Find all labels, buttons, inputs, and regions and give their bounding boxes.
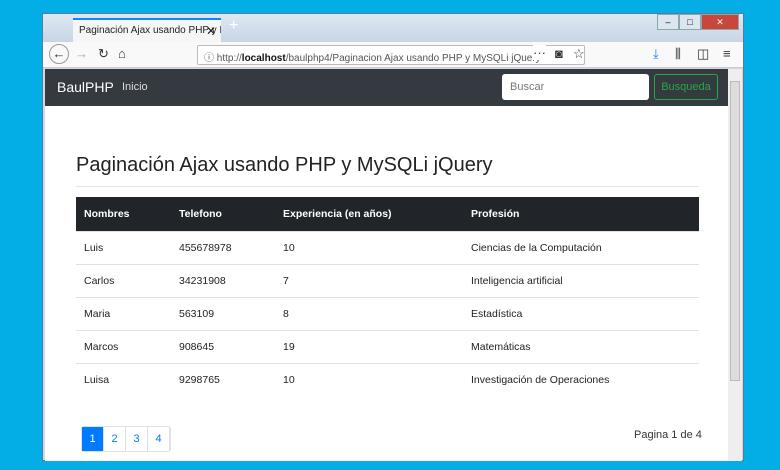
menu-icon[interactable]: ≡	[723, 46, 731, 61]
table-cell: Matemáticas	[463, 329, 699, 363]
table-cell: Carlos	[76, 263, 171, 297]
close-window-icon[interactable]: ✕	[701, 14, 739, 30]
table-cell: 563109	[171, 296, 275, 330]
scrollbar[interactable]	[728, 69, 742, 461]
page-content: BaulPHP Inicio Buscar Busqueda Paginació…	[45, 69, 729, 461]
table-cell: 8	[275, 296, 463, 330]
scrollbar-thumb[interactable]	[730, 81, 740, 381]
table-cell: 908645	[171, 329, 275, 363]
table-cell: Maria	[76, 296, 171, 330]
reload-icon[interactable]: ↻	[98, 46, 109, 62]
pagination: 1234	[81, 426, 171, 452]
more-icon[interactable]: ···	[533, 45, 546, 60]
pocket-icon[interactable]: ◙	[555, 46, 563, 61]
table-cell: Luisa	[76, 362, 171, 396]
title-bar: Paginación Ajax usando PHP y MySQLi✕ + –…	[43, 14, 743, 42]
table-row: Carlos 34231908 7 Inteligencia artificial	[76, 263, 699, 297]
page-link-1[interactable]: 1	[82, 427, 104, 451]
bookmark-star-icon[interactable]: ☆	[573, 46, 585, 62]
search-button[interactable]: Busqueda	[654, 74, 718, 100]
table-cell: 9298765	[171, 362, 275, 396]
table-cell: Marcos	[76, 329, 171, 363]
url-host: localhost	[241, 53, 286, 64]
table-cell: 455678978	[171, 230, 275, 264]
table-cell: Luis	[76, 230, 171, 264]
column-header: Profesión	[463, 197, 699, 231]
search-input[interactable]: Buscar	[502, 74, 649, 100]
download-icon[interactable]: ⤓	[653, 46, 659, 62]
new-tab-icon[interactable]: +	[229, 17, 238, 35]
table-row: Maria 563109 8 Estadística	[76, 296, 699, 330]
table-cell: 10	[275, 230, 463, 264]
table-cell: 34231908	[171, 263, 275, 297]
divider	[76, 186, 699, 187]
table-row: Marcos 908645 19 Matemáticas	[76, 329, 699, 363]
table-cell: 7	[275, 263, 463, 297]
column-header: Nombres	[76, 197, 171, 231]
brand-link[interactable]: BaulPHP	[57, 79, 114, 95]
table-row: Luisa 9298765 10 Investigación de Operacion…	[76, 362, 699, 396]
tab-title: Paginación Ajax usando PHP y MySQLi	[79, 25, 221, 36]
url-bar[interactable]: ⓘ http://localhost/baulphp4/Paginacion A…	[197, 45, 585, 65]
table-cell: Ciencias de la Computación	[463, 230, 699, 264]
browser-tab[interactable]: Paginación Ajax usando PHP y MySQLi✕	[73, 18, 221, 42]
browser-toolbar: ← → ↻ ⌂ ⓘ http://localhost/baulphp4/Pagi…	[43, 42, 743, 68]
data-table: Nombres Telefono Experiencia (en años) P…	[76, 197, 699, 396]
site-navbar: BaulPHP Inicio Buscar Busqueda	[45, 69, 729, 106]
page-link-2[interactable]: 2	[104, 427, 126, 451]
close-tab-icon[interactable]: ✕	[206, 24, 216, 38]
column-header: Experiencia (en años)	[275, 197, 463, 231]
browser-window: Paginación Ajax usando PHP y MySQLi✕ + –…	[42, 13, 744, 461]
table-cell: Estadística	[463, 296, 699, 330]
table-cell: Inteligencia artificial	[463, 263, 699, 297]
nav-inicio[interactable]: Inicio	[122, 81, 148, 93]
sidebar-icon[interactable]: ◫	[697, 46, 709, 62]
maximize-icon[interactable]: □	[679, 14, 701, 30]
library-icon[interactable]: ⫼	[675, 46, 681, 62]
table-cell: 19	[275, 329, 463, 363]
home-icon[interactable]: ⌂	[118, 46, 126, 61]
forward-icon[interactable]: →	[75, 46, 88, 61]
page-link-4[interactable]: 4	[148, 427, 170, 451]
url-path: /baulphp4/Paginacion Ajax usando PHP y M…	[285, 53, 541, 64]
table-cell: 10	[275, 362, 463, 396]
page-link-3[interactable]: 3	[126, 427, 148, 451]
page-title: Paginación Ajax usando PHP y MySQLi jQue…	[76, 154, 493, 176]
url-prefix: http://	[216, 53, 242, 64]
column-header: Telefono	[171, 197, 275, 231]
table-cell: Investigación de Operaciones	[463, 362, 699, 396]
back-icon[interactable]: ←	[49, 44, 69, 64]
table-row: Luis 455678978 10 Ciencias de la Computació…	[76, 230, 699, 264]
page-info: Pagina 1 de 4	[634, 429, 702, 441]
minimize-icon[interactable]: –	[657, 14, 679, 30]
